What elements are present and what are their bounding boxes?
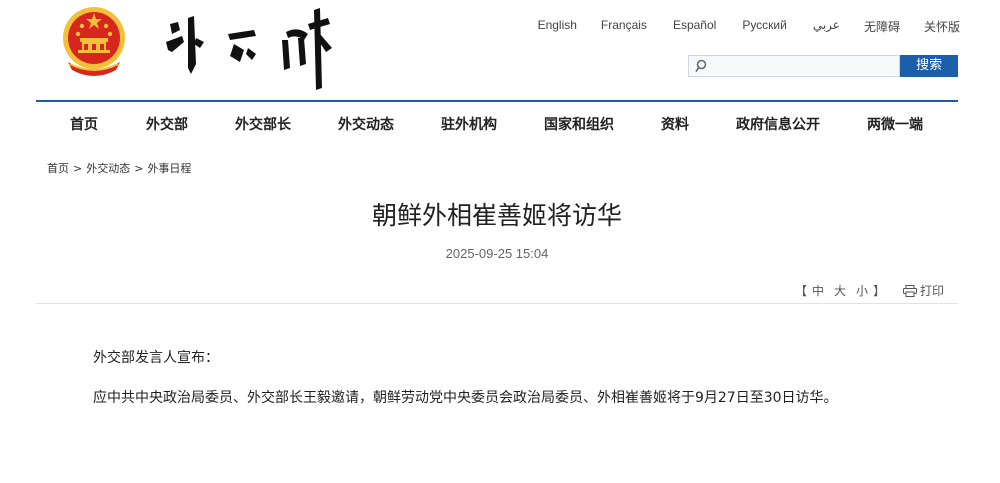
header-divider xyxy=(36,100,958,102)
article-date: 2025-09-25 15:04 xyxy=(445,246,549,261)
main-navigation: 首页 外交部 外交部长 外交动态 驻外机构 国家和组织 资料 政府信息公开 两微… xyxy=(36,106,958,140)
nav-social-media[interactable]: 两微一端 xyxy=(867,114,923,134)
printer-icon xyxy=(903,284,917,297)
nav-countries-organizations[interactable]: 国家和组织 xyxy=(544,114,614,134)
accessibility-link[interactable]: 无障碍 xyxy=(864,18,900,35)
search-bar: 搜索 xyxy=(688,55,958,77)
font-size-controls: 【中大小】 xyxy=(795,282,885,299)
lang-arabic-link[interactable]: عربي xyxy=(813,18,840,35)
search-button[interactable]: 搜索 xyxy=(900,55,958,77)
breadcrumb-separator: > xyxy=(134,162,144,175)
content-divider xyxy=(36,303,958,304)
national-emblem-logo xyxy=(63,7,125,76)
lang-spanish-link[interactable]: Español xyxy=(673,18,716,35)
search-field xyxy=(688,55,901,77)
nav-minister[interactable]: 外交部长 xyxy=(235,114,291,134)
font-size-medium[interactable]: 中 xyxy=(812,284,824,298)
breadcrumb-separator: > xyxy=(73,162,83,175)
elder-care-mode-link[interactable]: 关怀版 xyxy=(924,18,960,35)
nav-government-info[interactable]: 政府信息公开 xyxy=(736,114,820,134)
print-label: 打印 xyxy=(920,284,945,298)
article-paragraph: 外交部发言人宣布： xyxy=(93,350,219,366)
breadcrumb-foreign-affairs-schedule[interactable]: 外事日程 xyxy=(147,162,191,175)
font-size-large[interactable]: 大 xyxy=(834,284,846,298)
nav-resources[interactable]: 资料 xyxy=(661,114,689,134)
breadcrumb-diplomatic-news[interactable]: 外交动态 xyxy=(86,162,130,175)
language-bar: English Français Español Русский عربي 无障… xyxy=(538,18,960,35)
bracket-close: 】 xyxy=(873,284,886,298)
breadcrumb-home[interactable]: 首页 xyxy=(47,162,69,175)
lang-french-link[interactable]: Français xyxy=(601,18,647,35)
lang-english-link[interactable]: English xyxy=(538,18,577,35)
nav-home[interactable]: 首页 xyxy=(70,114,98,134)
bracket-open: 【 xyxy=(795,284,808,298)
lang-russian-link[interactable]: Русский xyxy=(742,18,787,35)
article-paragraph: 应中共中央政治局委员、外交部长王毅邀请，朝鲜劳动党中央委员会政治局委员、外相崔善… xyxy=(93,390,838,406)
print-button[interactable]: 打印 xyxy=(903,282,944,299)
search-input[interactable] xyxy=(711,58,891,76)
font-size-small[interactable]: 小 xyxy=(856,284,868,298)
ministry-calligraphy-logo xyxy=(166,8,332,90)
article-title: 朝鲜外相崔善姬将访华 xyxy=(371,201,622,230)
nav-diplomatic-news[interactable]: 外交动态 xyxy=(338,114,394,134)
search-icon xyxy=(695,59,707,72)
nav-ministry[interactable]: 外交部 xyxy=(146,114,188,134)
breadcrumb: 首页 > 外交动态 > 外事日程 xyxy=(47,160,191,176)
nav-missions-abroad[interactable]: 驻外机构 xyxy=(441,114,497,134)
